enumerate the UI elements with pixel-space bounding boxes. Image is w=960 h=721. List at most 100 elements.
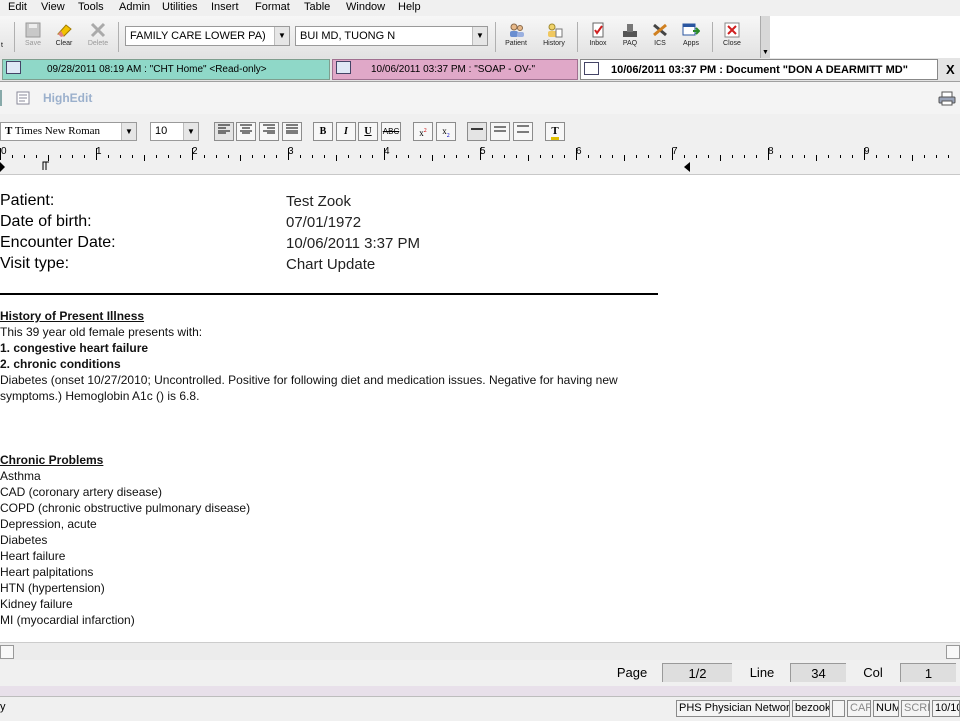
- ruler-label: 8: [768, 146, 774, 157]
- document-editor[interactable]: Patient: Test Zook Date of birth: 07/01/…: [0, 175, 960, 642]
- menu-utilities[interactable]: Utilities: [162, 1, 197, 13]
- ruler-label: 7: [672, 146, 678, 157]
- dob-label: Date of birth:: [0, 213, 92, 230]
- chevron-down-icon[interactable]: ▼: [183, 123, 198, 140]
- line-value: 34: [790, 663, 846, 682]
- status-gap: [0, 686, 960, 696]
- justify-button[interactable]: [282, 122, 302, 141]
- dob-value: 07/01/1972: [286, 214, 362, 231]
- inbox-button[interactable]: Inbox: [581, 18, 615, 56]
- align-left-button[interactable]: [214, 122, 234, 141]
- provider-select[interactable]: BUI MD, TUONG N ▼: [295, 26, 488, 46]
- ruler-label: 6: [576, 146, 582, 157]
- line-spacing-single-button[interactable]: [467, 122, 487, 141]
- status-blank-field: [832, 700, 845, 717]
- toolbar-separator: [577, 22, 578, 52]
- font-type-icon: T: [5, 125, 15, 137]
- menu-bar: Edit View Tools Admin Utilities Insert F…: [0, 0, 960, 16]
- toolbar-separator: [14, 22, 15, 52]
- line-spacing-onehalf-button[interactable]: [490, 122, 510, 141]
- main-toolbar: t Save Clear Delete FAMILY CARE LOWER PA…: [0, 16, 771, 59]
- date-status: 10/10: [932, 700, 960, 717]
- chevron-down-icon[interactable]: ▼: [472, 27, 487, 45]
- menu-format[interactable]: Format: [255, 1, 290, 13]
- patient-button[interactable]: Patient: [499, 18, 533, 56]
- header-divider: [0, 293, 658, 295]
- toolbar-separator: [118, 22, 119, 52]
- ruler-label: 2: [192, 146, 198, 157]
- tab-soap-ov[interactable]: 10/06/2011 03:37 PM : "SOAP - OV-": [332, 59, 578, 80]
- history-person-icon: [548, 23, 563, 38]
- bold-button[interactable]: B: [313, 122, 333, 141]
- close-tab-icon[interactable]: X: [946, 62, 955, 77]
- hpi-item: 1. congestive heart failure: [0, 341, 149, 355]
- underline-button[interactable]: U: [358, 122, 378, 141]
- paq-button[interactable]: PAQ: [613, 18, 647, 56]
- align-right-button[interactable]: [259, 122, 279, 141]
- ruler[interactable]: 0 1 2 3 4 5 6 7 8 9: [0, 146, 960, 175]
- toolbar-empty-area: [770, 16, 960, 58]
- scroll-left-button[interactable]: [0, 645, 14, 659]
- line-spacing-single-icon: [471, 128, 483, 130]
- text-color-button[interactable]: T: [545, 122, 565, 141]
- inbox-clipboard-icon: [592, 22, 604, 38]
- apps-button[interactable]: Apps: [673, 18, 709, 56]
- close-button[interactable]: Close: [715, 18, 749, 56]
- patient-label: Patient:: [0, 192, 55, 209]
- font-size-select[interactable]: 10 ▼: [150, 122, 199, 141]
- menu-edit[interactable]: Edit: [8, 1, 27, 13]
- menu-help[interactable]: Help: [398, 1, 421, 13]
- ics-button[interactable]: ICS: [643, 18, 677, 56]
- menu-view[interactable]: View: [41, 1, 65, 13]
- italic-button[interactable]: I: [336, 122, 356, 141]
- clear-button[interactable]: Clear: [47, 18, 81, 56]
- col-label: Col: [863, 665, 883, 680]
- ruler-label: 4: [384, 146, 390, 157]
- printer-icon[interactable]: [938, 91, 956, 106]
- chronic-problem-item: Kidney failure: [0, 597, 73, 611]
- visit-type-label: Visit type:: [0, 255, 70, 272]
- location-select[interactable]: FAMILY CARE LOWER PA) ▼: [125, 26, 290, 46]
- line-spacing-double-button[interactable]: [513, 122, 533, 141]
- menu-insert[interactable]: Insert: [211, 1, 239, 13]
- menu-tools[interactable]: Tools: [78, 1, 104, 13]
- align-center-icon: [240, 124, 252, 134]
- subscript-button[interactable]: x2: [436, 122, 456, 141]
- menu-window[interactable]: Window: [346, 1, 385, 13]
- tab-document-dearmitt[interactable]: 10/06/2011 03:37 PM : Document "DON A DE…: [580, 59, 938, 80]
- scroll-right-button[interactable]: [946, 645, 960, 659]
- chevron-down-icon[interactable]: ▼: [274, 27, 289, 45]
- menu-table[interactable]: Table: [304, 1, 330, 13]
- delete-button[interactable]: Delete: [81, 18, 115, 56]
- application-status-bar: y PHS Physician Network bezook CAP NUM S…: [0, 696, 960, 721]
- close-x-icon: [724, 22, 740, 38]
- hpi-text: Diabetes (onset 10/27/2010; Uncontrolled…: [0, 373, 618, 387]
- network-status: PHS Physician Network: [676, 700, 790, 717]
- menu-admin[interactable]: Admin: [119, 1, 150, 13]
- align-center-button[interactable]: [236, 122, 256, 141]
- save-button[interactable]: Save: [16, 18, 50, 56]
- chronic-problem-item: Heart palpitations: [0, 565, 94, 579]
- align-left-icon: [218, 124, 230, 134]
- formatting-toolbar: T Times New Roman ▼ 10 ▼ B I U ABC x2 x2…: [0, 114, 960, 146]
- font-name-select[interactable]: T Times New Roman ▼: [0, 122, 137, 141]
- status-left-glyph: y: [0, 701, 6, 713]
- chronic-problem-item: MI (myocardial infarction): [0, 613, 135, 627]
- scroll-lock-indicator: SCRL: [901, 700, 930, 717]
- tab-cht-home[interactable]: 09/28/2011 08:19 AM : "CHT Home" <Read-o…: [2, 59, 330, 80]
- history-button[interactable]: History: [537, 18, 571, 56]
- hpi-text: symptoms.) Hemoglobin A1c () is 6.8.: [0, 389, 200, 403]
- caps-lock-indicator: CAP: [847, 700, 871, 717]
- chevron-down-icon[interactable]: ▼: [121, 123, 136, 140]
- apps-window-icon: [682, 23, 700, 36]
- strikethrough-button[interactable]: ABC: [381, 122, 401, 141]
- text-color-icon: T: [551, 125, 559, 140]
- editor-header: HighEdit: [0, 82, 960, 115]
- chronic-problem-item: Depression, acute: [0, 517, 97, 531]
- chronic-problem-item: Asthma: [0, 469, 41, 483]
- ruler-label: 1: [96, 146, 102, 157]
- ruler-label: 0: [1, 146, 7, 157]
- horizontal-scrollbar[interactable]: [0, 642, 960, 661]
- encounter-date-value: 10/06/2011 3:37 PM: [286, 235, 420, 252]
- superscript-button[interactable]: x2: [413, 122, 433, 141]
